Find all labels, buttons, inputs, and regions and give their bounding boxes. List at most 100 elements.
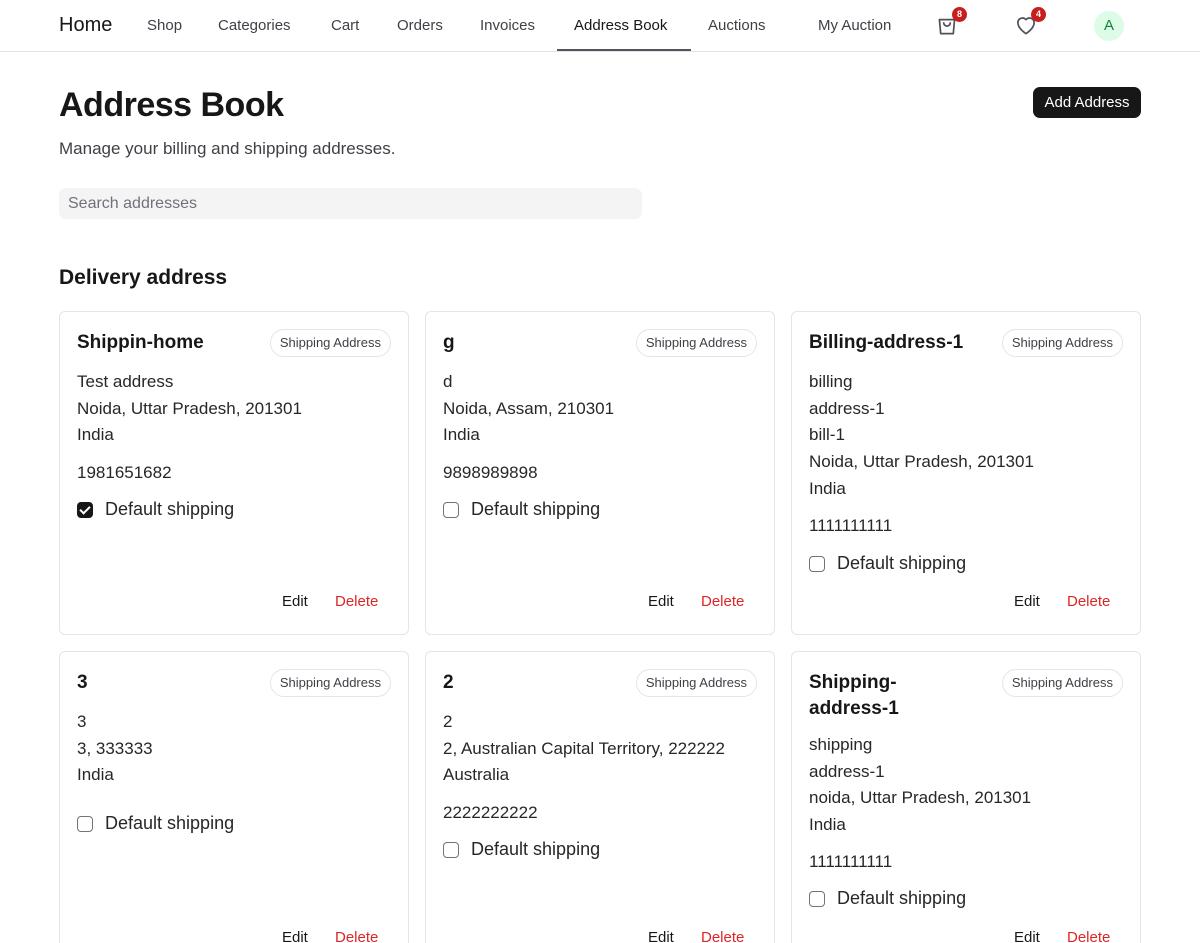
address-line: India (809, 478, 846, 498)
address-lines: d Noida, Assam, 210301 India (443, 369, 614, 449)
address-line: Noida, Uttar Pradesh, 201301 (809, 452, 1034, 472)
default-shipping-label: Default shipping (105, 813, 235, 833)
address-card: g Shipping Address d Noida, Assam, 21030… (425, 311, 775, 635)
address-type-badge: Shipping Address (269, 669, 391, 697)
address-name: Shipping-address-1 (809, 672, 899, 719)
default-shipping-label: Default shipping (105, 499, 235, 519)
checkbox-box[interactable] (809, 555, 825, 572)
cart-count-badge: 8 (952, 7, 967, 22)
address-phone: 1111111111 (809, 516, 893, 535)
delete-button[interactable]: Delete (1067, 593, 1110, 610)
active-tab-indicator (557, 49, 691, 51)
page-title: Address Book (59, 86, 284, 124)
address-line: India (77, 765, 114, 785)
nav-link-auctions[interactable]: Auctions (708, 17, 766, 34)
top-nav: Home Shop Categories Cart Orders Invoice… (0, 0, 1200, 52)
address-card: Billing-address-1 Shipping Address billi… (791, 311, 1141, 635)
delete-button[interactable]: Delete (335, 929, 378, 943)
nav-link-my-auction[interactable]: My Auction (818, 17, 891, 34)
address-line: address-1 (809, 761, 885, 781)
address-line: India (809, 815, 846, 835)
default-shipping-label: Default shipping (837, 888, 967, 908)
address-lines: 3 3, 333333 India (77, 709, 153, 789)
address-line: Australia (443, 765, 510, 785)
address-name: 3 (77, 672, 88, 693)
edit-button[interactable]: Edit (648, 593, 674, 610)
address-line: shipping (809, 735, 873, 754)
edit-button[interactable]: Edit (282, 929, 308, 943)
default-shipping-label: Default shipping (471, 839, 601, 859)
delete-button[interactable]: Delete (701, 929, 744, 943)
address-phone: 1111111111 (809, 852, 893, 871)
address-line: 3, 333333 (77, 738, 153, 758)
checkbox-box[interactable] (77, 501, 93, 518)
checkbox-box[interactable] (77, 815, 93, 832)
address-type-badge: Shipping Address (269, 329, 391, 357)
default-shipping-label: Default shipping (471, 499, 601, 519)
delete-button[interactable]: Delete (701, 593, 744, 610)
address-phone: 9898989898 (443, 463, 538, 482)
address-line: address-1 (809, 398, 885, 418)
address-card: 2 Shipping Address 2 2, Australian Capit… (425, 651, 775, 943)
delete-button[interactable]: Delete (1067, 929, 1110, 943)
user-avatar[interactable]: A (1094, 11, 1124, 41)
address-line: India (443, 425, 480, 445)
add-address-button[interactable]: Add Address (1033, 87, 1141, 118)
address-type-badge: Shipping Address (635, 329, 757, 357)
address-line: 3 (77, 712, 87, 731)
default-shipping-checkbox[interactable]: Default shipping (809, 888, 966, 909)
address-line: Noida, Uttar Pradesh, 201301 (77, 398, 302, 418)
checkbox-box[interactable] (443, 501, 459, 518)
default-shipping-checkbox[interactable]: Default shipping (809, 553, 966, 574)
address-card: Shipping-address-1 Shipping Address ship… (791, 651, 1141, 943)
address-type-badge: Shipping Address (1001, 329, 1123, 357)
address-line: Test address (77, 372, 174, 391)
address-line: bill-1 (809, 425, 845, 445)
address-line: 2, Australian Capital Territory, 222222 (443, 738, 725, 758)
page-subtitle: Manage your billing and shipping address… (59, 139, 396, 158)
nav-link-cart[interactable]: Cart (331, 17, 359, 34)
delete-button[interactable]: Delete (335, 593, 378, 610)
checkbox-box[interactable] (443, 841, 459, 858)
nav-home-link[interactable]: Home (59, 14, 112, 37)
address-line: Noida, Assam, 210301 (443, 398, 615, 418)
cart-button[interactable]: 8 (934, 7, 967, 38)
address-line: d (443, 372, 453, 391)
wishlist-count-badge: 4 (1031, 7, 1046, 22)
default-shipping-label: Default shipping (837, 553, 967, 573)
address-name: Shippin-home (77, 332, 204, 353)
address-lines: Test address Noida, Uttar Pradesh, 20130… (77, 369, 302, 449)
address-line: India (77, 425, 114, 445)
address-lines: 2 2, Australian Capital Territory, 22222… (443, 709, 725, 789)
address-line: billing (809, 372, 853, 391)
nav-link-address-book[interactable]: Address Book (574, 17, 667, 34)
search-input[interactable] (59, 188, 642, 219)
edit-button[interactable]: Edit (1014, 593, 1040, 610)
address-lines: shipping address-1 noida, Uttar Pradesh,… (809, 732, 1031, 839)
address-line: 2 (443, 712, 453, 731)
address-card: 3 Shipping Address 3 3, 333333 India Def… (59, 651, 409, 943)
section-title: Delivery address (59, 266, 228, 289)
default-shipping-checkbox[interactable]: Default shipping (443, 839, 600, 860)
address-name: 2 (443, 672, 454, 693)
address-phone: 1981651682 (77, 463, 172, 482)
nav-link-shop[interactable]: Shop (147, 17, 182, 34)
address-name: g (443, 332, 455, 353)
address-phone: 2222222222 (443, 803, 538, 822)
checkbox-box[interactable] (809, 890, 825, 907)
edit-button[interactable]: Edit (648, 929, 674, 943)
address-lines: billing address-1 bill-1 Noida, Uttar Pr… (809, 369, 1034, 503)
default-shipping-checkbox[interactable]: Default shipping (77, 813, 234, 834)
edit-button[interactable]: Edit (1014, 929, 1040, 943)
nav-link-invoices[interactable]: Invoices (480, 17, 535, 34)
default-shipping-checkbox[interactable]: Default shipping (77, 499, 234, 520)
edit-button[interactable]: Edit (282, 593, 308, 610)
nav-link-orders[interactable]: Orders (397, 17, 443, 34)
default-shipping-checkbox[interactable]: Default shipping (443, 499, 600, 520)
address-type-badge: Shipping Address (635, 669, 757, 697)
wishlist-button[interactable]: 4 (1013, 7, 1046, 38)
nav-link-categories[interactable]: Categories (218, 17, 291, 34)
address-type-badge: Shipping Address (1001, 669, 1123, 697)
address-name: Billing-address-1 (809, 332, 964, 353)
address-card: Shippin-home Shipping Address Test addre… (59, 311, 409, 635)
